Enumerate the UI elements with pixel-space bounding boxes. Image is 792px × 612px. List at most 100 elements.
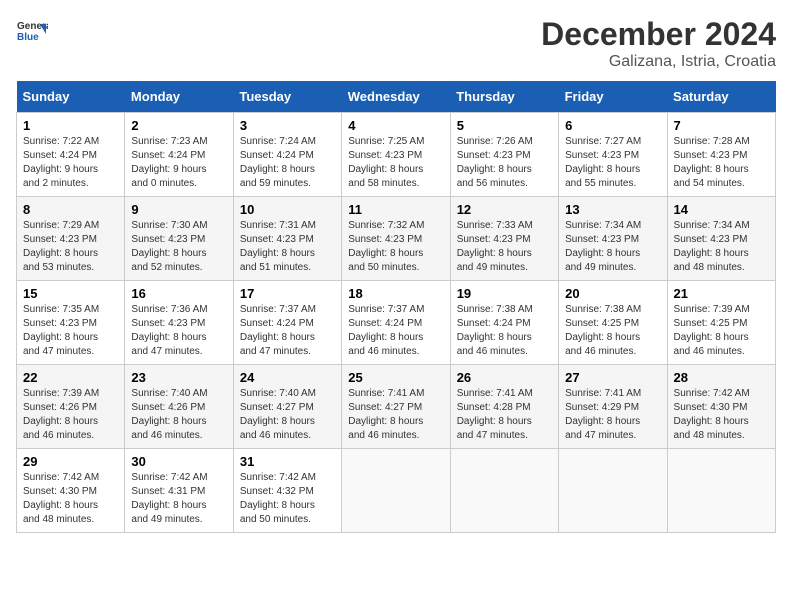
day-detail: Sunrise: 7:31 AMSunset: 4:23 PMDaylight:… bbox=[240, 220, 316, 273]
calendar-body: 1Sunrise: 7:22 AMSunset: 4:24 PMDaylight… bbox=[17, 113, 776, 533]
day-number: 14 bbox=[674, 202, 769, 217]
table-cell: 3 Sunrise: 7:24 AMSunset: 4:24 PMDaylight… bbox=[233, 113, 341, 197]
table-cell: 19Sunrise: 7:38 AMSunset: 4:24 PMDayligh… bbox=[450, 281, 558, 365]
day-detail: Sunrise: 7:41 AMSunset: 4:27 PMDaylight:… bbox=[348, 388, 424, 441]
page-header: General Blue December 2024 Galizana, Ist… bbox=[16, 16, 776, 71]
table-cell: 18Sunrise: 7:37 AMSunset: 4:24 PMDayligh… bbox=[342, 281, 450, 365]
day-number: 15 bbox=[23, 286, 118, 301]
day-number: 4 bbox=[348, 118, 443, 133]
table-cell bbox=[667, 449, 775, 533]
table-cell: 22Sunrise: 7:39 AMSunset: 4:26 PMDayligh… bbox=[17, 365, 125, 449]
col-wednesday: Wednesday bbox=[342, 81, 450, 113]
table-cell: 30 Sunrise: 7:42 AMSunset: 4:31 PMDayligh… bbox=[125, 449, 233, 533]
day-number: 30 bbox=[131, 454, 226, 469]
day-number: 5 bbox=[457, 118, 552, 133]
svg-text:Blue: Blue bbox=[17, 32, 39, 43]
day-detail: Sunrise: 7:40 AMSunset: 4:26 PMDaylight:… bbox=[131, 388, 207, 441]
day-detail: Sunrise: 7:41 AMSunset: 4:28 PMDaylight:… bbox=[457, 388, 533, 441]
table-cell: 28 Sunrise: 7:42 AMSunset: 4:30 PMDayligh… bbox=[667, 365, 775, 449]
calendar-header-row: Sunday Monday Tuesday Wednesday Thursday… bbox=[17, 81, 776, 113]
day-detail: Sunrise: 7:32 AMSunset: 4:23 PMDaylight:… bbox=[348, 220, 424, 273]
day-detail: Sunrise: 7:42 AMSunset: 4:30 PMDaylight:… bbox=[674, 388, 750, 441]
table-cell: 10 Sunrise: 7:31 AMSunset: 4:23 PMDayligh… bbox=[233, 197, 341, 281]
table-cell: 17 Sunrise: 7:37 AMSunset: 4:24 PMDayligh… bbox=[233, 281, 341, 365]
day-number: 24 bbox=[240, 370, 335, 385]
subtitle: Galizana, Istria, Croatia bbox=[541, 53, 776, 71]
day-number: 3 bbox=[240, 118, 335, 133]
day-detail: Sunrise: 7:39 AMSunset: 4:26 PMDaylight:… bbox=[23, 388, 99, 441]
col-monday: Monday bbox=[125, 81, 233, 113]
table-cell: 6 Sunrise: 7:27 AMSunset: 4:23 PMDaylight… bbox=[559, 113, 667, 197]
calendar-row: 8Sunrise: 7:29 AMSunset: 4:23 PMDaylight… bbox=[17, 197, 776, 281]
day-number: 17 bbox=[240, 286, 335, 301]
table-cell: 26 Sunrise: 7:41 AMSunset: 4:28 PMDayligh… bbox=[450, 365, 558, 449]
day-number: 7 bbox=[674, 118, 769, 133]
day-number: 19 bbox=[457, 286, 552, 301]
day-detail: Sunrise: 7:28 AMSunset: 4:23 PMDaylight:… bbox=[674, 136, 750, 189]
day-detail: Sunrise: 7:30 AMSunset: 4:23 PMDaylight:… bbox=[131, 220, 207, 273]
day-number: 26 bbox=[457, 370, 552, 385]
col-friday: Friday bbox=[559, 81, 667, 113]
table-cell: 25 Sunrise: 7:41 AMSunset: 4:27 PMDayligh… bbox=[342, 365, 450, 449]
day-number: 9 bbox=[131, 202, 226, 217]
day-number: 21 bbox=[674, 286, 769, 301]
day-detail: Sunrise: 7:35 AMSunset: 4:23 PMDaylight:… bbox=[23, 304, 99, 357]
main-title: December 2024 bbox=[541, 16, 776, 53]
day-detail: Sunrise: 7:36 AMSunset: 4:23 PMDaylight:… bbox=[131, 304, 207, 357]
table-cell bbox=[559, 449, 667, 533]
day-number: 12 bbox=[457, 202, 552, 217]
table-cell: 4 Sunrise: 7:25 AMSunset: 4:23 PMDaylight… bbox=[342, 113, 450, 197]
day-number: 13 bbox=[565, 202, 660, 217]
day-number: 6 bbox=[565, 118, 660, 133]
table-cell: 2 Sunrise: 7:23 AMSunset: 4:24 PMDaylight… bbox=[125, 113, 233, 197]
table-cell: 13Sunrise: 7:34 AMSunset: 4:23 PMDayligh… bbox=[559, 197, 667, 281]
table-cell: 20Sunrise: 7:38 AMSunset: 4:25 PMDayligh… bbox=[559, 281, 667, 365]
table-cell: 31Sunrise: 7:42 AMSunset: 4:32 PMDayligh… bbox=[233, 449, 341, 533]
day-number: 23 bbox=[131, 370, 226, 385]
day-detail: Sunrise: 7:25 AMSunset: 4:23 PMDaylight:… bbox=[348, 136, 424, 189]
day-detail: Sunrise: 7:24 AMSunset: 4:24 PMDaylight:… bbox=[240, 136, 316, 189]
day-detail: Sunrise: 7:33 AMSunset: 4:23 PMDaylight:… bbox=[457, 220, 533, 273]
day-number: 29 bbox=[23, 454, 118, 469]
day-number: 25 bbox=[348, 370, 443, 385]
table-cell: 15 Sunrise: 7:35 AMSunset: 4:23 PMDayligh… bbox=[17, 281, 125, 365]
day-number: 16 bbox=[131, 286, 226, 301]
day-detail: Sunrise: 7:29 AMSunset: 4:23 PMDaylight:… bbox=[23, 220, 99, 273]
day-detail: Sunrise: 7:27 AMSunset: 4:23 PMDaylight:… bbox=[565, 136, 641, 189]
day-number: 10 bbox=[240, 202, 335, 217]
day-number: 1 bbox=[23, 118, 118, 133]
day-detail: Sunrise: 7:37 AMSunset: 4:24 PMDaylight:… bbox=[240, 304, 316, 357]
table-cell: 14 Sunrise: 7:34 AMSunset: 4:23 PMDayligh… bbox=[667, 197, 775, 281]
day-detail: Sunrise: 7:23 AMSunset: 4:24 PMDaylight:… bbox=[131, 136, 207, 189]
day-number: 27 bbox=[565, 370, 660, 385]
day-detail: Sunrise: 7:26 AMSunset: 4:23 PMDaylight:… bbox=[457, 136, 533, 189]
table-cell: 29Sunrise: 7:42 AMSunset: 4:30 PMDayligh… bbox=[17, 449, 125, 533]
table-cell: 12 Sunrise: 7:33 AMSunset: 4:23 PMDayligh… bbox=[450, 197, 558, 281]
col-thursday: Thursday bbox=[450, 81, 558, 113]
calendar-row: 1Sunrise: 7:22 AMSunset: 4:24 PMDaylight… bbox=[17, 113, 776, 197]
table-cell bbox=[450, 449, 558, 533]
table-cell: 23 Sunrise: 7:40 AMSunset: 4:26 PMDayligh… bbox=[125, 365, 233, 449]
table-cell: 7 Sunrise: 7:28 AMSunset: 4:23 PMDaylight… bbox=[667, 113, 775, 197]
day-detail: Sunrise: 7:37 AMSunset: 4:24 PMDaylight:… bbox=[348, 304, 424, 357]
table-cell: 21Sunrise: 7:39 AMSunset: 4:25 PMDayligh… bbox=[667, 281, 775, 365]
table-cell: 1Sunrise: 7:22 AMSunset: 4:24 PMDaylight… bbox=[17, 113, 125, 197]
table-cell bbox=[342, 449, 450, 533]
table-cell: 24Sunrise: 7:40 AMSunset: 4:27 PMDayligh… bbox=[233, 365, 341, 449]
day-detail: Sunrise: 7:34 AMSunset: 4:23 PMDaylight:… bbox=[674, 220, 750, 273]
title-block: December 2024 Galizana, Istria, Croatia bbox=[541, 16, 776, 71]
table-cell: 27 Sunrise: 7:41 AMSunset: 4:29 PMDayligh… bbox=[559, 365, 667, 449]
day-detail: Sunrise: 7:42 AMSunset: 4:31 PMDaylight:… bbox=[131, 472, 207, 525]
day-detail: Sunrise: 7:42 AMSunset: 4:32 PMDaylight:… bbox=[240, 472, 316, 525]
day-detail: Sunrise: 7:38 AMSunset: 4:25 PMDaylight:… bbox=[565, 304, 641, 357]
logo: General Blue bbox=[16, 16, 48, 48]
day-number: 2 bbox=[131, 118, 226, 133]
table-cell: 11 Sunrise: 7:32 AMSunset: 4:23 PMDayligh… bbox=[342, 197, 450, 281]
day-number: 11 bbox=[348, 202, 443, 217]
calendar-row: 15 Sunrise: 7:35 AMSunset: 4:23 PMDayligh… bbox=[17, 281, 776, 365]
calendar-table: Sunday Monday Tuesday Wednesday Thursday… bbox=[16, 81, 776, 533]
table-cell: 16 Sunrise: 7:36 AMSunset: 4:23 PMDayligh… bbox=[125, 281, 233, 365]
calendar-row: 29Sunrise: 7:42 AMSunset: 4:30 PMDayligh… bbox=[17, 449, 776, 533]
day-detail: Sunrise: 7:41 AMSunset: 4:29 PMDaylight:… bbox=[565, 388, 641, 441]
day-number: 28 bbox=[674, 370, 769, 385]
